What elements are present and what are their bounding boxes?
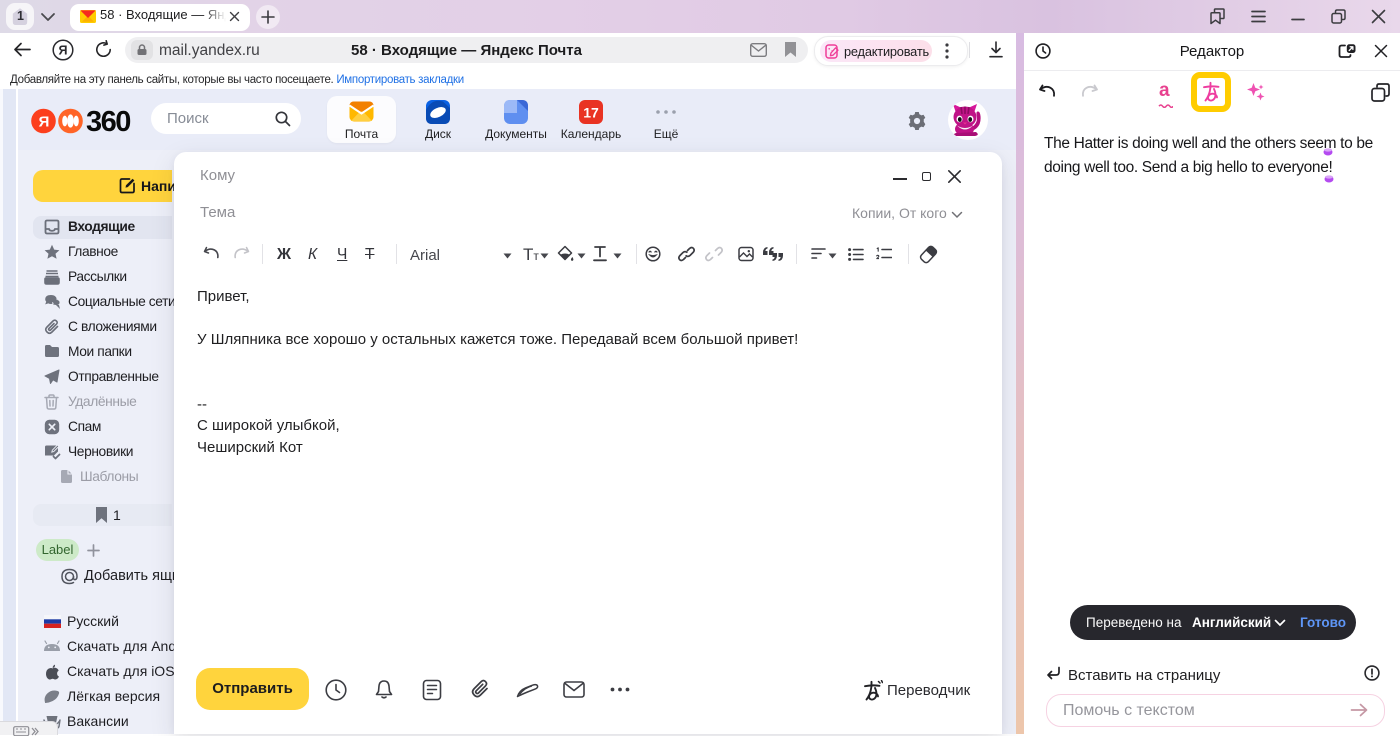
- svg-text:R: R: [58, 43, 67, 57]
- svg-text:R: R: [38, 113, 49, 130]
- svg-text:360: 360: [86, 108, 130, 134]
- svg-text:17: 17: [583, 104, 599, 120]
